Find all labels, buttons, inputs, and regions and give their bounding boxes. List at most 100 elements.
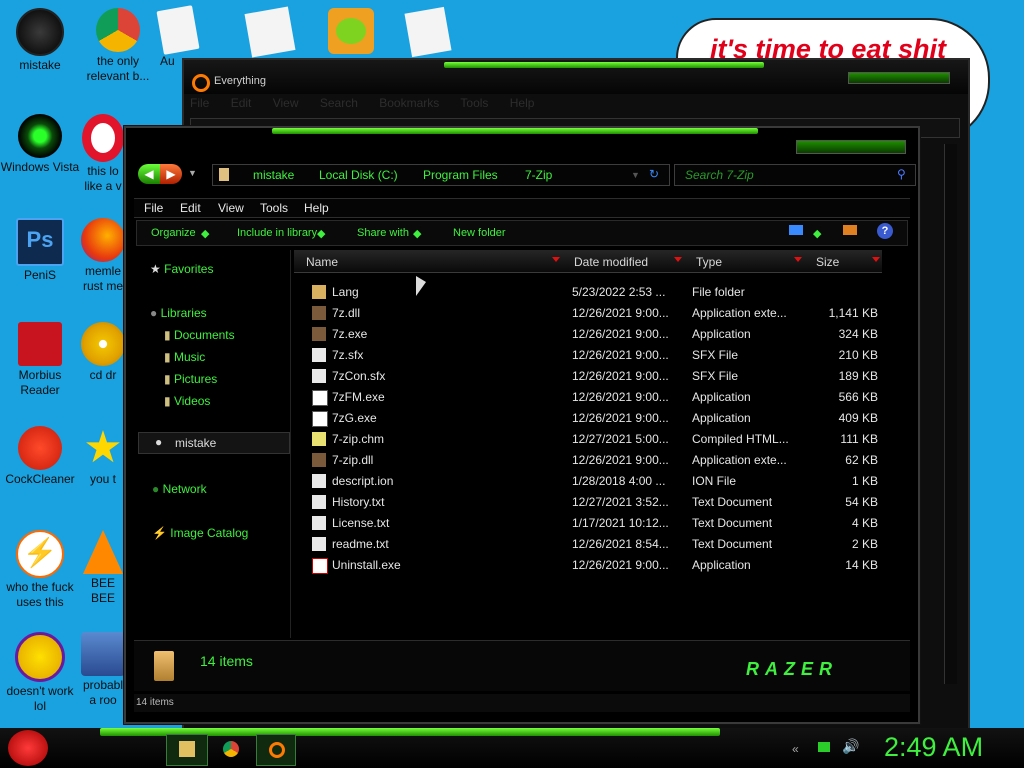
desktop-icon-mistake[interactable]: mistake <box>0 8 80 73</box>
address-bar[interactable]: mistake Local Disk (C:) Program Files 7-… <box>212 164 670 186</box>
angry-birds-icon[interactable] <box>328 8 374 54</box>
nav-libraries[interactable]: ● Libraries <box>150 306 207 320</box>
search-input[interactable]: Search 7-Zip <box>685 168 754 182</box>
music-icon: ▮ <box>164 350 171 364</box>
taskbar-chrome-button[interactable] <box>214 734 248 764</box>
include-dropdown-icon[interactable]: ◆ <box>317 227 325 240</box>
organize-button[interactable]: Organize <box>151 227 196 239</box>
nav-homegroup-selected[interactable]: ● mistake <box>138 432 290 454</box>
include-in-library-button[interactable]: Include in library <box>237 227 317 239</box>
file-row[interactable]: 7z.dll 12/26/2021 9:00... Application exte… <box>302 303 902 324</box>
file-row[interactable]: readme.txt 12/26/2021 8:54... Text Documen… <box>302 534 902 555</box>
menu-search[interactable]: Search <box>320 96 358 110</box>
taskbar-everything-button[interactable] <box>256 734 296 766</box>
organize-dropdown-icon[interactable]: ◆ <box>201 227 209 240</box>
menu-view[interactable]: View <box>218 201 244 215</box>
file-row[interactable]: descript.ion 1/28/2018 4:00 ... ION File 1 … <box>302 471 902 492</box>
explorer-window[interactable]: ◀ ▶ ▼ mistake Local Disk (C:) Program Fi… <box>124 126 920 724</box>
show-hidden-icons-icon[interactable]: « <box>792 742 799 756</box>
everything-titlebar[interactable]: Everything <box>184 60 968 94</box>
file-row[interactable]: History.txt 12/27/2021 3:52... Text Docume… <box>302 492 902 513</box>
desktop-icon-installer[interactable]: probabl a roo <box>78 632 128 708</box>
menu-edit[interactable]: Edit <box>231 96 252 110</box>
desktop-icon-firefox[interactable]: memle rust me <box>78 218 128 294</box>
desktop-icon-photoshop[interactable]: Ps PeniS <box>0 218 80 283</box>
back-button[interactable]: ◀ <box>138 164 160 184</box>
menu-tools[interactable]: Tools <box>460 96 488 110</box>
status-item-count: 14 items <box>136 697 174 708</box>
sort-dropdown-icon[interactable] <box>552 257 560 262</box>
file-row[interactable]: 7zG.exe 12/26/2021 9:00... Application 409 … <box>302 408 902 429</box>
menu-file[interactable]: File <box>190 96 209 110</box>
desktop-icon-chrome[interactable]: the only relevant b... <box>78 8 158 84</box>
desktop-icon-cd-drive[interactable]: cd dr <box>78 322 128 383</box>
preview-pane-icon[interactable] <box>843 225 857 235</box>
document-icon[interactable] <box>244 6 296 58</box>
file-row[interactable]: License.txt 1/17/2021 10:12... Text Docume… <box>302 513 902 534</box>
breadcrumb-local-disk[interactable]: Local Disk (C:) <box>319 168 398 182</box>
new-folder-button[interactable]: New folder <box>453 227 506 239</box>
network-tray-icon[interactable] <box>818 742 830 752</box>
file-row[interactable]: 7zFM.exe 12/26/2021 9:00... Application 566… <box>302 387 902 408</box>
column-header-type[interactable]: Type <box>684 250 804 273</box>
menu-file[interactable]: File <box>144 201 163 215</box>
volume-icon[interactable]: 🔊 <box>842 738 859 755</box>
file-row[interactable]: 7zCon.sfx 12/26/2021 9:00... SFX File 189 K… <box>302 366 902 387</box>
desktop-icon-morbius-reader[interactable]: Morbius Reader <box>0 322 80 398</box>
nav-documents[interactable]: ▮ Documents <box>164 328 235 342</box>
column-header-date[interactable]: Date modified <box>562 250 684 273</box>
sort-dropdown-icon[interactable] <box>794 257 802 262</box>
file-row[interactable]: 7z.sfx 12/26/2021 9:00... SFX File 210 KB <box>302 345 902 366</box>
recent-pages-dropdown-icon[interactable]: ▼ <box>188 168 197 178</box>
desktop-icon-yahoo-messenger[interactable]: doesn't work lol <box>0 632 80 714</box>
file-row[interactable]: 7z.exe 12/26/2021 9:00... Application 324 K… <box>302 324 902 345</box>
breadcrumb-7zip[interactable]: 7-Zip <box>525 168 552 182</box>
clock[interactable]: 2:49 AM <box>884 732 983 763</box>
desktop-icon-lightning[interactable]: ⚡ who the fuck uses this <box>0 530 80 610</box>
nav-favorites[interactable]: ★ Favorites <box>150 262 213 276</box>
sort-dropdown-icon[interactable] <box>674 257 682 262</box>
address-dropdown-icon[interactable]: ▼ <box>631 170 640 180</box>
desktop-icon-opera[interactable]: this lo like a v <box>78 114 128 194</box>
file-row[interactable]: 7-zip.dll 12/26/2021 9:00... Application e… <box>302 450 902 471</box>
menu-tools[interactable]: Tools <box>260 201 288 215</box>
desktop-icon-star[interactable]: ★ you t <box>78 426 128 487</box>
menu-edit[interactable]: Edit <box>180 201 201 215</box>
nav-image-catalog[interactable]: ⚡ Image Catalog <box>152 526 248 540</box>
refresh-icon[interactable]: ↻ <box>649 167 659 181</box>
desktop-icon-ccleaner[interactable]: CockCleaner <box>0 426 80 487</box>
menu-view[interactable]: View <box>273 96 299 110</box>
nav-pictures[interactable]: ▮ Pictures <box>164 372 217 386</box>
window-controls[interactable] <box>848 72 950 84</box>
search-box[interactable]: Search 7-Zip ⚲ <box>674 164 916 186</box>
document-icon[interactable] <box>404 6 452 58</box>
search-icon[interactable]: ⚲ <box>897 167 906 181</box>
nav-network[interactable]: ● Network <box>152 482 207 496</box>
file-row[interactable]: Uninstall.exe 12/26/2021 9:00... Applicati… <box>302 555 902 576</box>
view-dropdown-icon[interactable]: ◆ <box>813 227 821 240</box>
view-options-icon[interactable] <box>789 225 803 235</box>
menu-bookmarks[interactable]: Bookmarks <box>379 96 439 110</box>
share-dropdown-icon[interactable]: ◆ <box>413 227 421 240</box>
menu-help[interactable]: Help <box>304 201 329 215</box>
forward-button[interactable]: ▶ <box>160 164 182 184</box>
taskbar-explorer-button[interactable] <box>166 734 208 766</box>
mouse-cursor-icon <box>416 276 426 296</box>
everything-scrollbar[interactable] <box>944 144 957 684</box>
start-angry-bird-icon[interactable] <box>8 730 48 766</box>
desktop-icon-vlc[interactable]: BEE BEE <box>78 530 128 606</box>
file-row[interactable]: Lang 5/23/2022 2:53 ... File folder <box>302 282 902 303</box>
sort-dropdown-icon[interactable] <box>872 257 880 262</box>
column-header-name[interactable]: Name <box>294 250 562 273</box>
nav-music[interactable]: ▮ Music <box>164 350 205 364</box>
breadcrumb-program-files[interactable]: Program Files <box>423 168 498 182</box>
help-icon[interactable]: ? <box>877 223 893 239</box>
breadcrumb-mistake[interactable]: mistake <box>253 168 294 182</box>
nav-videos[interactable]: ▮ Videos <box>164 394 210 408</box>
file-row[interactable]: 7-zip.chm 12/27/2021 5:00... Compiled HTML… <box>302 429 902 450</box>
menu-help[interactable]: Help <box>510 96 535 110</box>
desktop-icon-windows-vista[interactable]: Windows Vista <box>0 114 80 175</box>
column-header-size[interactable]: Size <box>804 250 882 273</box>
window-controls[interactable] <box>796 140 906 154</box>
share-with-button[interactable]: Share with <box>357 227 409 239</box>
